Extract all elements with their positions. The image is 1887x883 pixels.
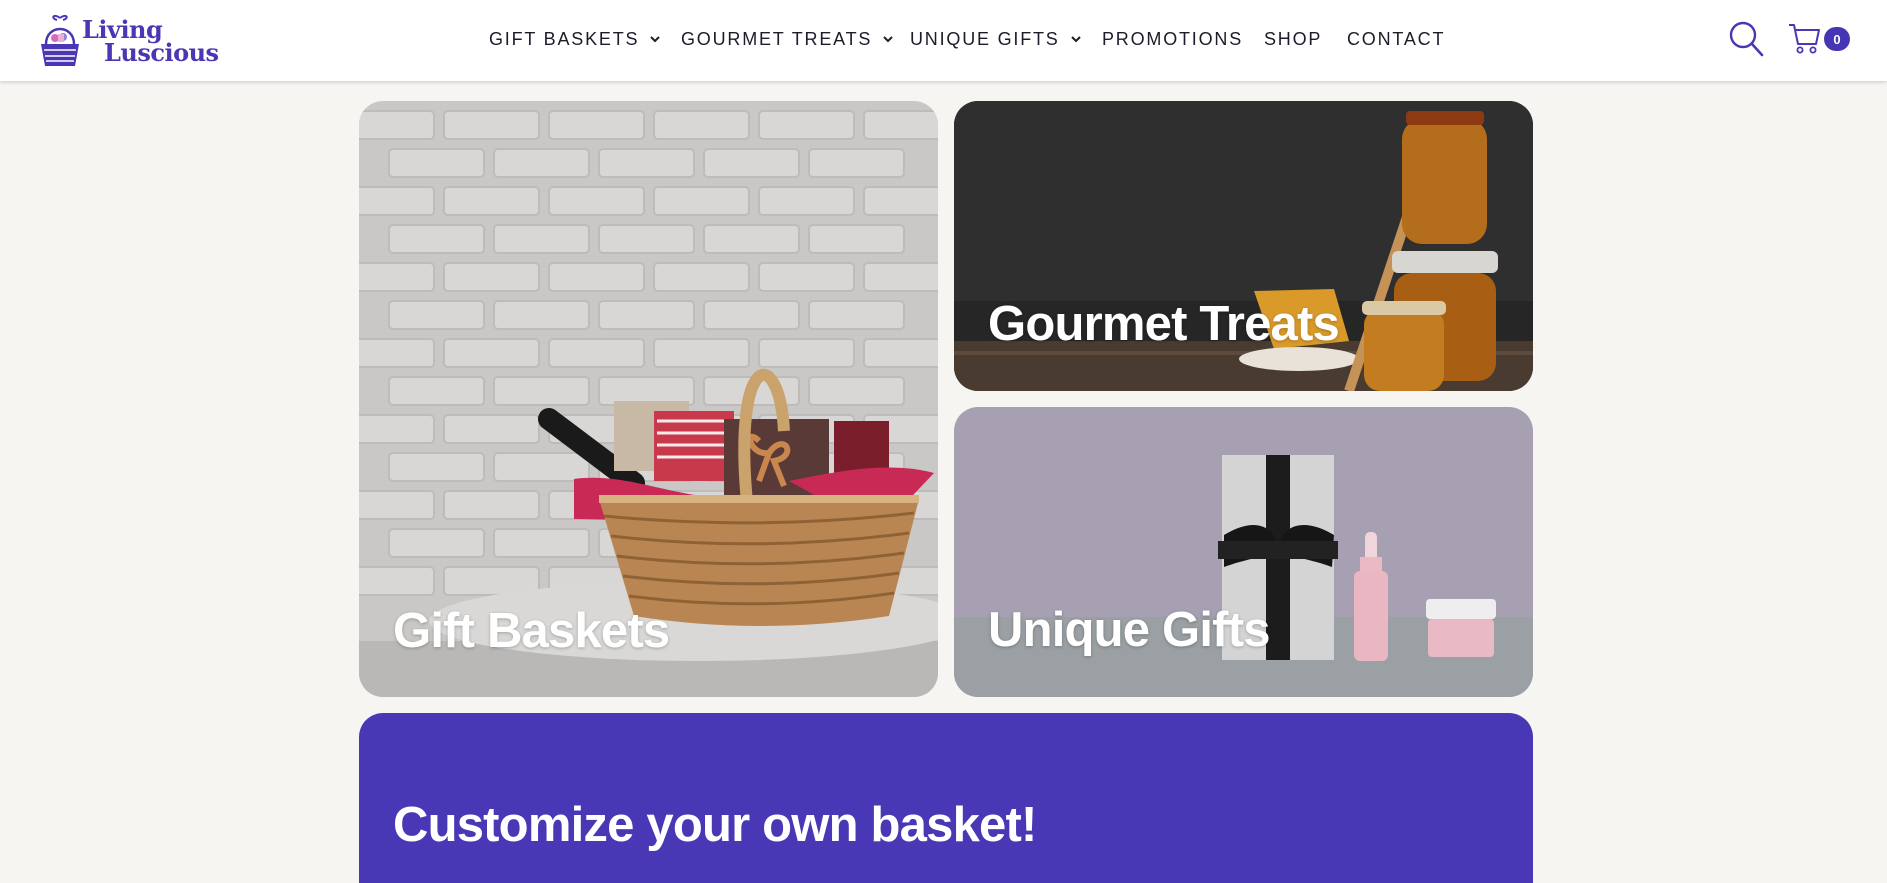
nav-label: GOURMET TREATS bbox=[681, 28, 873, 49]
cart-count-badge: 0 bbox=[1824, 27, 1850, 51]
banner-title: Customize your own basket! bbox=[393, 798, 1037, 852]
cart-button[interactable]: 0 bbox=[1788, 20, 1852, 58]
nav-label: PROMOTIONS bbox=[1102, 28, 1244, 49]
main-nav: GIFT BASKETS GOURMET TREATS UNIQUE GIFTS… bbox=[0, 0, 1887, 81]
nav-shop[interactable]: SHOP bbox=[1264, 27, 1322, 51]
category-tile-gift-baskets[interactable]: Gift Baskets bbox=[359, 101, 938, 697]
site-header: Living Luscious GIFT BASKETS GOURMET TRE… bbox=[0, 0, 1887, 81]
tile-title-gift-baskets: Gift Baskets bbox=[393, 604, 670, 658]
nav-label: GIFT BASKETS bbox=[489, 28, 640, 49]
nav-gourmet-treats[interactable]: GOURMET TREATS bbox=[681, 27, 894, 51]
tile-title-gourmet-treats: Gourmet Treats bbox=[988, 297, 1340, 351]
nav-promotions[interactable]: PROMOTIONS bbox=[1102, 27, 1243, 51]
search-icon[interactable] bbox=[1728, 20, 1764, 58]
category-tile-unique-gifts[interactable]: Unique Gifts bbox=[954, 407, 1533, 697]
customize-basket-banner[interactable]: Customize your own basket! bbox=[359, 713, 1533, 883]
cart-icon bbox=[1789, 24, 1820, 54]
nav-unique-gifts[interactable]: UNIQUE GIFTS bbox=[910, 27, 1082, 51]
nav-contact[interactable]: CONTACT bbox=[1347, 27, 1445, 51]
nav-gift-baskets[interactable]: GIFT BASKETS bbox=[489, 27, 661, 51]
chevron-down-icon bbox=[1070, 36, 1081, 43]
nav-label: SHOP bbox=[1264, 28, 1323, 49]
chevron-down-icon bbox=[883, 36, 893, 43]
nav-label: CONTACT bbox=[1347, 28, 1446, 49]
nav-label: UNIQUE GIFTS bbox=[910, 28, 1060, 49]
category-tile-gourmet-treats[interactable]: Gourmet Treats bbox=[954, 101, 1533, 391]
chevron-down-icon bbox=[650, 36, 661, 43]
tile-title-unique-gifts: Unique Gifts bbox=[988, 603, 1270, 657]
